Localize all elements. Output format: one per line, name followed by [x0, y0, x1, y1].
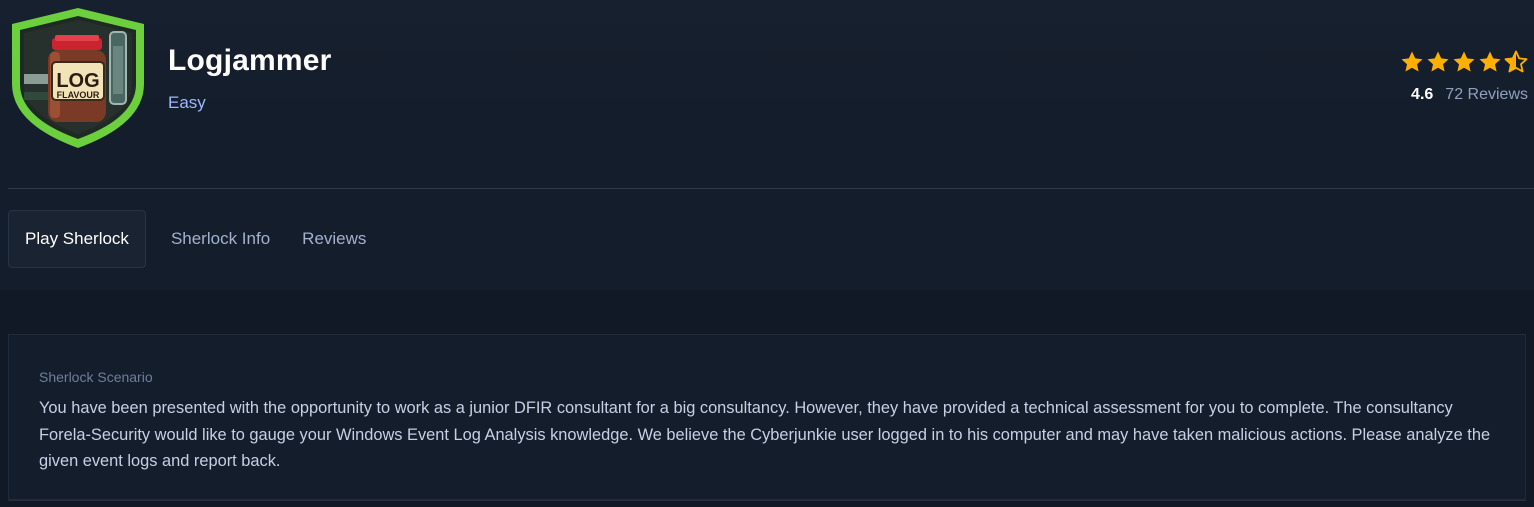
star-full-icon: [1401, 51, 1423, 72]
svg-text:FLAVOUR: FLAVOUR: [57, 90, 100, 100]
rating-score: 4.6: [1411, 86, 1434, 103]
star-full-icon: [1453, 51, 1475, 72]
sherlock-header: LOG FLAVOUR Logjammer Easy 4.6 72 Review…: [0, 0, 1534, 188]
reviews-count-link[interactable]: 72 Reviews: [1445, 86, 1528, 104]
scenario-heading: Sherlock Scenario: [39, 369, 153, 385]
difficulty-label: Easy: [168, 93, 206, 112]
tab-sherlock-info[interactable]: Sherlock Info: [155, 210, 286, 268]
header-divider: [8, 188, 1534, 189]
scenario-card: Sherlock Scenario You have been presente…: [8, 334, 1526, 500]
scenario-description: You have been presented with the opportu…: [39, 399, 1491, 470]
star-half-icon: [1504, 50, 1528, 73]
star-full-icon: [1479, 51, 1501, 72]
card-divider: [8, 500, 1526, 501]
tab-play-sherlock[interactable]: Play Sherlock: [8, 210, 146, 268]
tab-bar: Play Sherlock Sherlock Info Reviews: [8, 209, 382, 269]
log-flavour-jar-shield-icon: LOG FLAVOUR: [12, 8, 144, 148]
star-full-icon: [1427, 51, 1449, 72]
star-rating: [1400, 50, 1528, 74]
tab-reviews[interactable]: Reviews: [286, 210, 382, 268]
sherlock-title: Logjammer: [168, 44, 332, 77]
svg-text:LOG: LOG: [56, 70, 99, 92]
rating-summary: 4.6 72 Reviews: [1400, 50, 1528, 104]
